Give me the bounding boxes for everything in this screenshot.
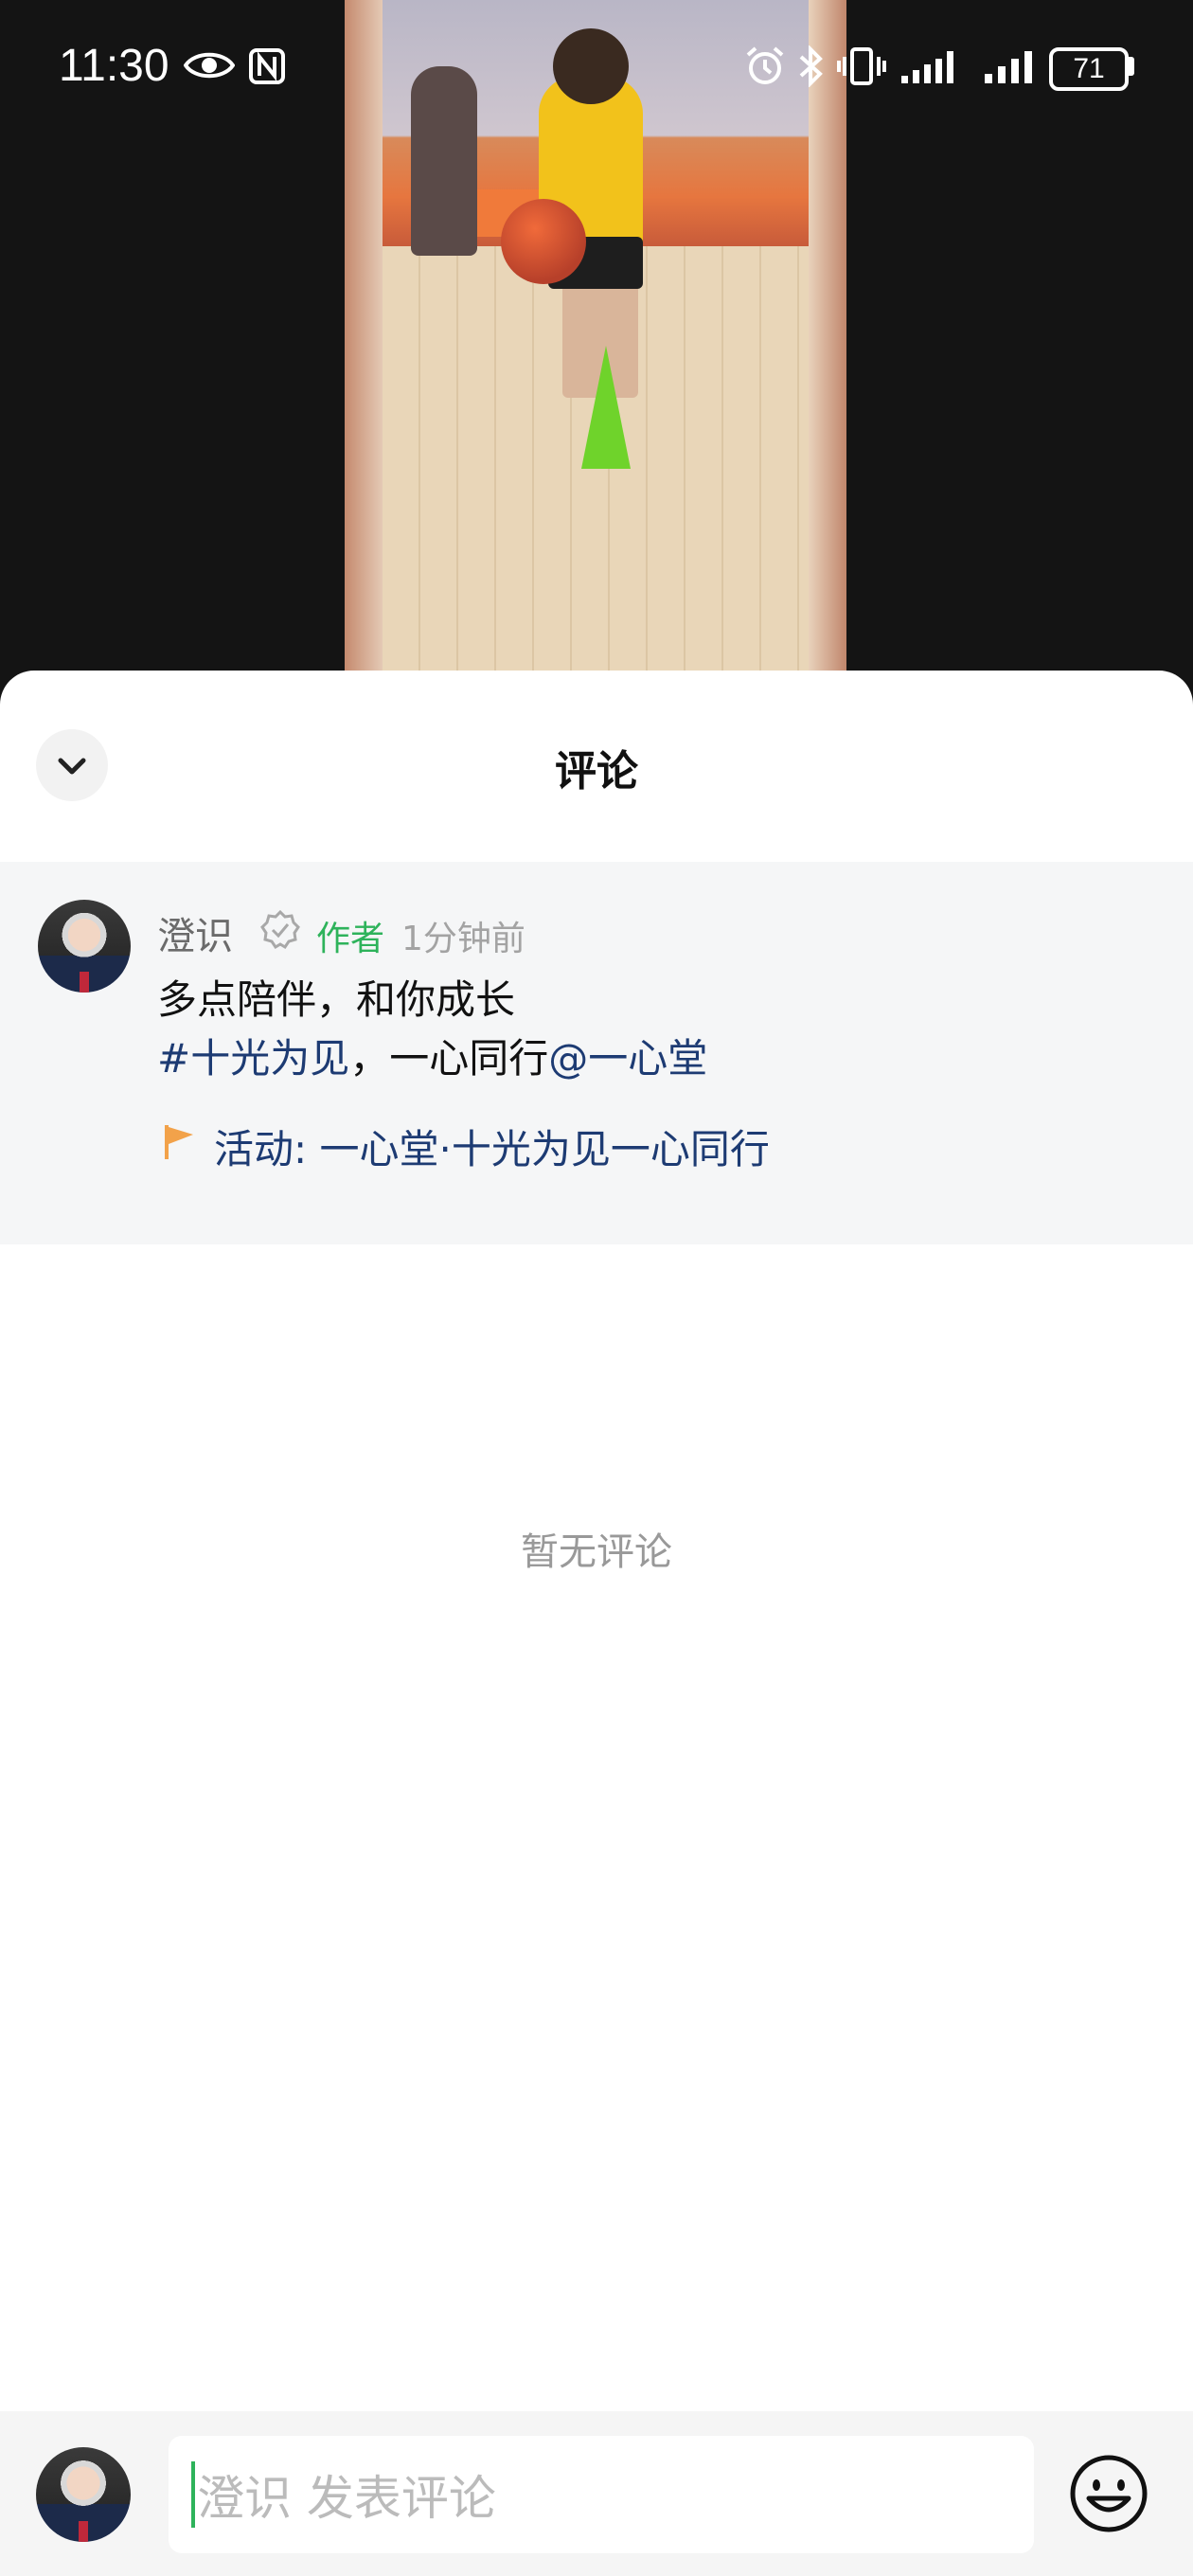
verified-badge-icon (260, 909, 300, 950)
battery-icon: 71 (1049, 47, 1129, 91)
alarm-icon (746, 46, 784, 84)
empty-comments-text: 暂无评论 (521, 1530, 672, 1574)
hashtag-link[interactable]: #十光为见 (157, 1035, 349, 1082)
activity-link[interactable]: 活动: 一心堂·十光为见一心同行 (214, 1118, 770, 1175)
eye-icon (184, 52, 235, 79)
author-tag: 作者 (316, 920, 385, 958)
emoji-icon[interactable] (1068, 2453, 1149, 2534)
signal-icon (901, 51, 953, 83)
avatar-tie (79, 2521, 88, 2542)
vibrate-icon (837, 47, 886, 85)
video-scene-cone (581, 346, 631, 469)
status-time: 11:30 (59, 41, 169, 91)
sheet-header: 评论 (0, 671, 1193, 862)
avatar[interactable] (38, 900, 131, 993)
post-timestamp: 1分钟前 (401, 920, 525, 958)
post-text-line2: #十光为见，一心同行@一心堂 (157, 1027, 707, 1084)
post-text-mid: ，一心同行 (349, 1035, 549, 1082)
nfc-icon (249, 48, 285, 84)
video-scene-ball (501, 199, 586, 284)
signal-icon (985, 51, 1032, 83)
avatar-tie (80, 972, 89, 993)
author-name[interactable]: 澄识 (157, 905, 233, 960)
bluetooth-icon (799, 45, 823, 87)
author-post: 澄识 作者 1分钟前 多点陪伴，和你成长 #十光为见，一心同行@一心堂 活动: … (0, 862, 1193, 1244)
battery-tip (1129, 57, 1134, 76)
comment-bar: 澄识 发表评论 (0, 2411, 1193, 2576)
mention-link[interactable]: @一心堂 (548, 1035, 707, 1082)
flag-icon (165, 1125, 193, 1159)
comment-input[interactable]: 澄识 发表评论 (169, 2436, 1034, 2553)
sheet-title: 评论 (555, 747, 638, 796)
post-text-line1: 多点陪伴，和你成长 (157, 976, 516, 1023)
status-bar: 11:30 71 (0, 0, 1193, 133)
user-avatar (36, 2447, 131, 2542)
comment-input-placeholder: 澄识 发表评论 (197, 2471, 496, 2526)
comments-sheet: 评论 澄识 作者 1分钟前 多点陪伴，和你成长 #十光为见，一心同行@一心堂 活… (0, 671, 1193, 2576)
text-cursor (191, 2461, 195, 2528)
